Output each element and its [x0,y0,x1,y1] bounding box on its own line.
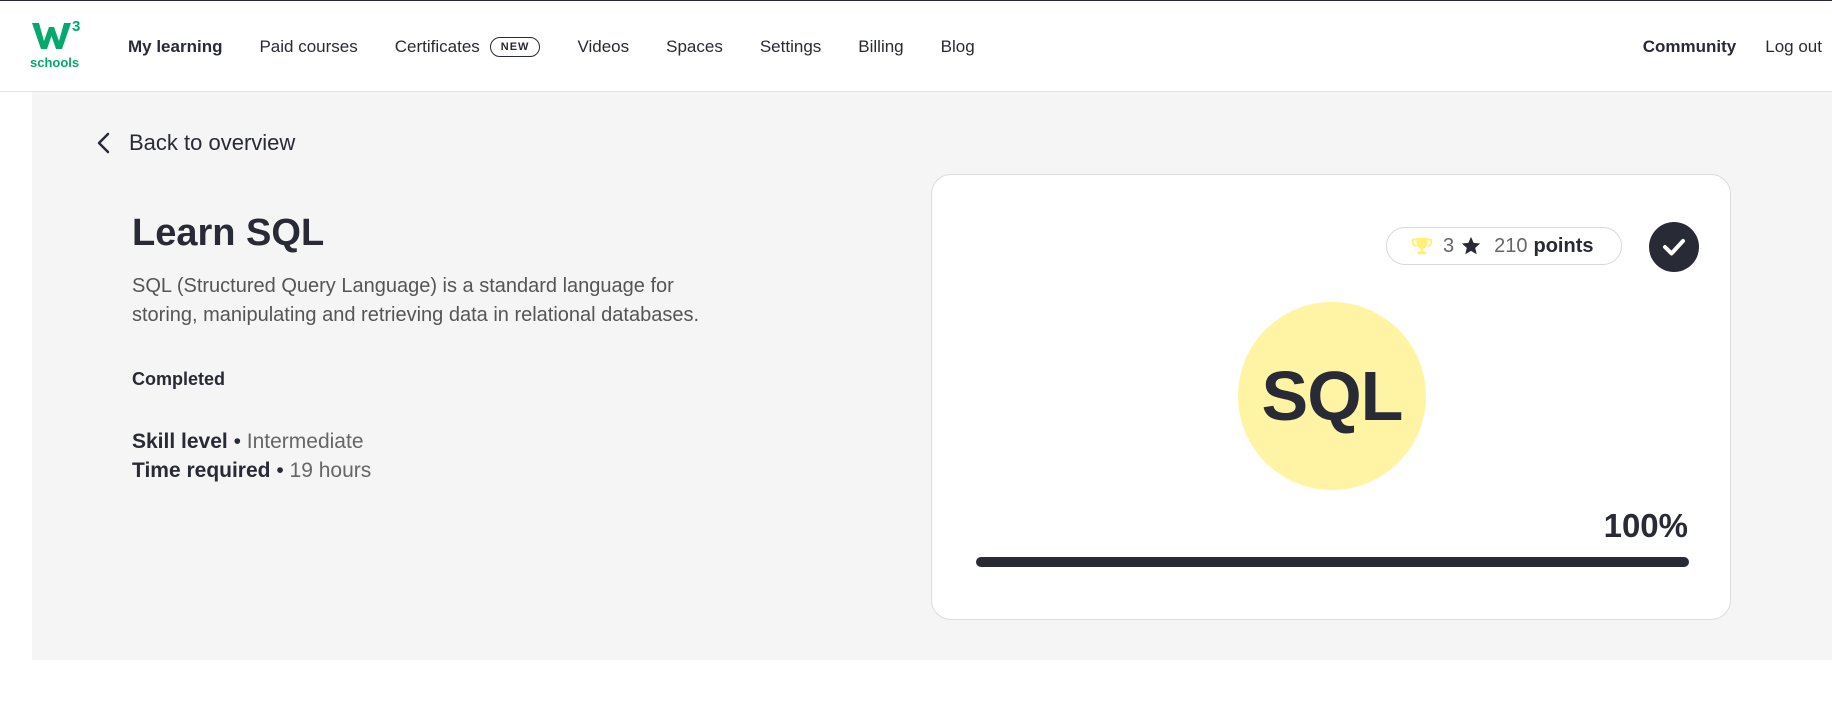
course-status: Completed [132,369,226,389]
svg-text:schools: schools [30,55,79,69]
new-badge: NEW [489,37,541,57]
points-count: 210 [1494,234,1528,257]
course-logo-text: SQL [1261,357,1404,435]
main-nav: My learning Paid courses Certificates NE… [128,1,1012,93]
trophy-count: 3 [1443,234,1455,257]
chevron-left-icon [97,132,110,154]
nav-community[interactable]: Community [1643,37,1737,57]
top-navigation: 3 schools My learning Paid courses Certi… [0,0,1832,92]
course-title: Learn SQL [132,212,325,254]
time-required-label: Time required [132,459,271,482]
course-description: SQL (Structured Query Language) is a sta… [132,275,700,326]
nav-spaces[interactable]: Spaces [666,37,723,57]
course-card: 3 210 points SQL 100% [931,174,1731,620]
logout-link[interactable]: Log out [1765,37,1822,57]
bullet: • [227,430,247,453]
nav-certificates[interactable]: Certificates NEW [395,37,541,57]
trophy-icon [1411,237,1433,255]
progress-percent: 100% [1603,507,1688,544]
nav-settings[interactable]: Settings [760,37,821,57]
nav-billing[interactable]: Billing [858,37,903,57]
progress-bar-fill [976,557,1689,567]
back-to-overview-link[interactable]: Back to overview [96,130,295,156]
check-circle-icon [1649,222,1699,272]
skill-level: Skill level • Intermediate [132,430,364,454]
time-required: Time required • 19 hours [132,459,371,483]
w3schools-logo[interactable]: 3 schools [30,17,86,69]
progress-bar [976,557,1689,567]
star-icon [1461,236,1481,255]
skill-level-value: Intermediate [246,430,364,453]
nav-videos[interactable]: Videos [577,37,629,57]
time-required-value: 19 hours [289,459,372,482]
user-nav: Community Log out [1614,1,1822,93]
bullet: • [270,459,290,482]
svg-text:3: 3 [72,18,80,35]
nav-blog[interactable]: Blog [941,37,975,57]
points-label: points [1533,234,1594,257]
nav-paid-courses[interactable]: Paid courses [259,37,357,57]
skill-level-label: Skill level [132,430,228,453]
course-logo: SQL [1238,302,1426,490]
nav-certificates-label: Certificates [394,37,480,56]
points-pill: 3 210 points [1386,227,1622,265]
nav-my-learning[interactable]: My learning [128,37,222,57]
back-label: Back to overview [129,130,296,155]
